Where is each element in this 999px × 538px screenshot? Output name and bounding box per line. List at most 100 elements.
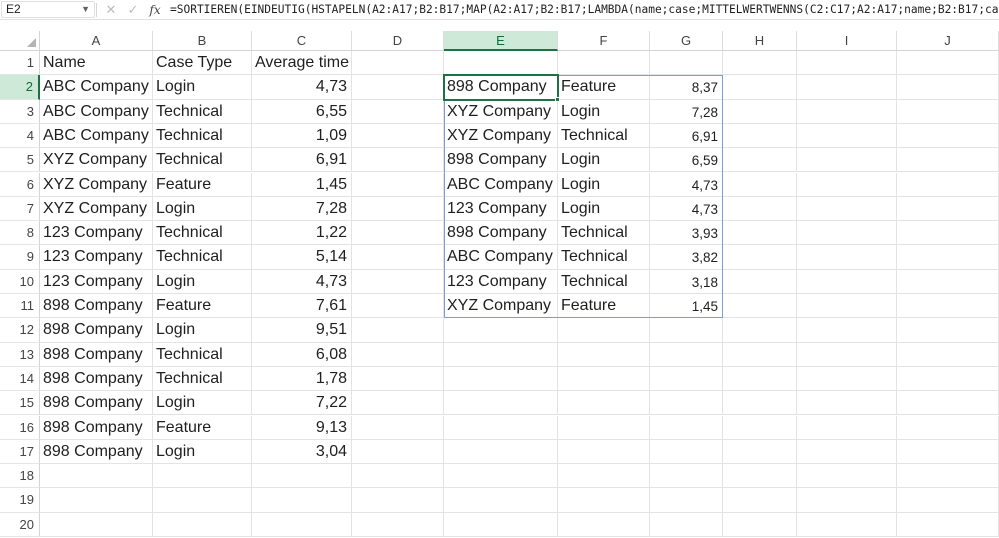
source-name[interactable]: 898 Company (40, 439, 153, 465)
result-case-type[interactable]: Feature (558, 294, 650, 319)
cell-g20[interactable] (650, 512, 723, 537)
cell-d20[interactable] (352, 512, 444, 537)
name-box[interactable]: E2 ▼ (1, 1, 95, 18)
source-average-time[interactable]: 7,61 (252, 294, 352, 319)
cell-j4[interactable] (897, 123, 999, 149)
cell-h15[interactable] (723, 391, 797, 416)
cell-i11[interactable] (797, 294, 897, 319)
cell-d4[interactable] (352, 123, 444, 149)
row-header-3[interactable]: 3 (0, 99, 40, 124)
cell-e17[interactable] (444, 439, 558, 465)
source-average-time[interactable]: 3,04 (252, 439, 352, 465)
result-case-type[interactable]: Login (558, 99, 650, 124)
cell-i7[interactable] (797, 196, 897, 222)
source-average-time[interactable]: 6,08 (252, 342, 352, 367)
result-case-type[interactable]: Login (558, 172, 650, 197)
cell-j15[interactable] (897, 391, 999, 416)
source-case-type[interactable]: Technical (153, 366, 252, 392)
cell-d9[interactable] (352, 245, 444, 270)
cell-d2[interactable] (352, 75, 444, 100)
cell-f19[interactable] (558, 488, 650, 513)
cell-j5[interactable] (897, 148, 999, 173)
row-header-1[interactable]: 1 (0, 51, 40, 76)
cell-e12[interactable] (444, 318, 558, 343)
source-name[interactable]: XYZ Company (40, 172, 153, 197)
result-case-type[interactable]: Technical (558, 221, 650, 246)
source-name[interactable]: ABC Company (40, 99, 153, 124)
cell-g1[interactable] (650, 51, 723, 76)
source-average-time[interactable]: 7,22 (252, 391, 352, 416)
result-average-time[interactable]: 1,45 (650, 294, 723, 319)
cell-h19[interactable] (723, 488, 797, 513)
cell-e14[interactable] (444, 366, 558, 392)
row-header-13[interactable]: 13 (0, 342, 40, 367)
cell-d5[interactable] (352, 148, 444, 173)
source-case-type[interactable]: Login (153, 75, 252, 100)
result-case-type[interactable]: Technical (558, 269, 650, 294)
cancel-icon[interactable]: ✕ (102, 1, 120, 19)
source-average-time[interactable]: 9,51 (252, 318, 352, 343)
cell-e20[interactable] (444, 512, 558, 537)
source-average-time[interactable]: 9,13 (252, 415, 352, 440)
cell-h1[interactable] (723, 51, 797, 76)
insert-function-icon[interactable]: fx (146, 1, 164, 19)
cell-f20[interactable] (558, 512, 650, 537)
source-name[interactable]: 123 Company (40, 245, 153, 270)
row-header-18[interactable]: 18 (0, 464, 40, 489)
cell-c18[interactable] (252, 464, 352, 489)
cell-j2[interactable] (897, 75, 999, 100)
cell-h4[interactable] (723, 123, 797, 149)
cell-e13[interactable] (444, 342, 558, 367)
cell-d11[interactable] (352, 294, 444, 319)
result-average-time[interactable]: 4,73 (650, 196, 723, 222)
column-header-b[interactable]: B (153, 31, 252, 51)
cell-j12[interactable] (897, 318, 999, 343)
cell-a20[interactable] (40, 512, 153, 537)
source-average-time[interactable]: 1,78 (252, 366, 352, 392)
cell-j18[interactable] (897, 464, 999, 489)
cell-i14[interactable] (797, 366, 897, 392)
source-average-time[interactable]: 4,73 (252, 75, 352, 100)
cell-d19[interactable] (352, 488, 444, 513)
source-case-type[interactable]: Technical (153, 148, 252, 173)
cell-i12[interactable] (797, 318, 897, 343)
source-case-type[interactable]: Feature (153, 294, 252, 319)
result-name[interactable]: ABC Company (444, 245, 558, 270)
source-case-type[interactable]: Feature (153, 415, 252, 440)
result-average-time[interactable]: 7,28 (650, 99, 723, 124)
select-all-button[interactable] (0, 31, 40, 51)
cell-d18[interactable] (352, 464, 444, 489)
cell-b19[interactable] (153, 488, 252, 513)
cell-i1[interactable] (797, 51, 897, 76)
cell-d17[interactable] (352, 439, 444, 465)
row-header-6[interactable]: 6 (0, 172, 40, 197)
cell-d16[interactable] (352, 415, 444, 440)
cell-i10[interactable] (797, 269, 897, 294)
source-name[interactable]: ABC Company (40, 75, 153, 100)
cell-j14[interactable] (897, 366, 999, 392)
cell-h8[interactable] (723, 221, 797, 246)
cell-d3[interactable] (352, 99, 444, 124)
column-header-i[interactable]: I (797, 31, 897, 51)
result-name[interactable]: XYZ Company (444, 123, 558, 149)
fill-handle[interactable] (555, 96, 560, 102)
cell-h2[interactable] (723, 75, 797, 100)
cell-j11[interactable] (897, 294, 999, 319)
cell-i17[interactable] (797, 439, 897, 465)
cell-h3[interactable] (723, 99, 797, 124)
source-case-type[interactable]: Feature (153, 172, 252, 197)
cell-f18[interactable] (558, 464, 650, 489)
result-name[interactable]: 898 Company (444, 75, 558, 100)
cell-a18[interactable] (40, 464, 153, 489)
column-header-e[interactable]: E (444, 31, 558, 51)
chevron-down-icon[interactable]: ▼ (81, 2, 90, 17)
cell-f13[interactable] (558, 342, 650, 367)
cell-i8[interactable] (797, 221, 897, 246)
source-name[interactable]: 898 Company (40, 318, 153, 343)
cell-j17[interactable] (897, 439, 999, 465)
cell-f16[interactable] (558, 415, 650, 440)
source-name[interactable]: 898 Company (40, 391, 153, 416)
cell-i4[interactable] (797, 123, 897, 149)
row-header-4[interactable]: 4 (0, 123, 40, 149)
result-average-time[interactable]: 3,82 (650, 245, 723, 270)
